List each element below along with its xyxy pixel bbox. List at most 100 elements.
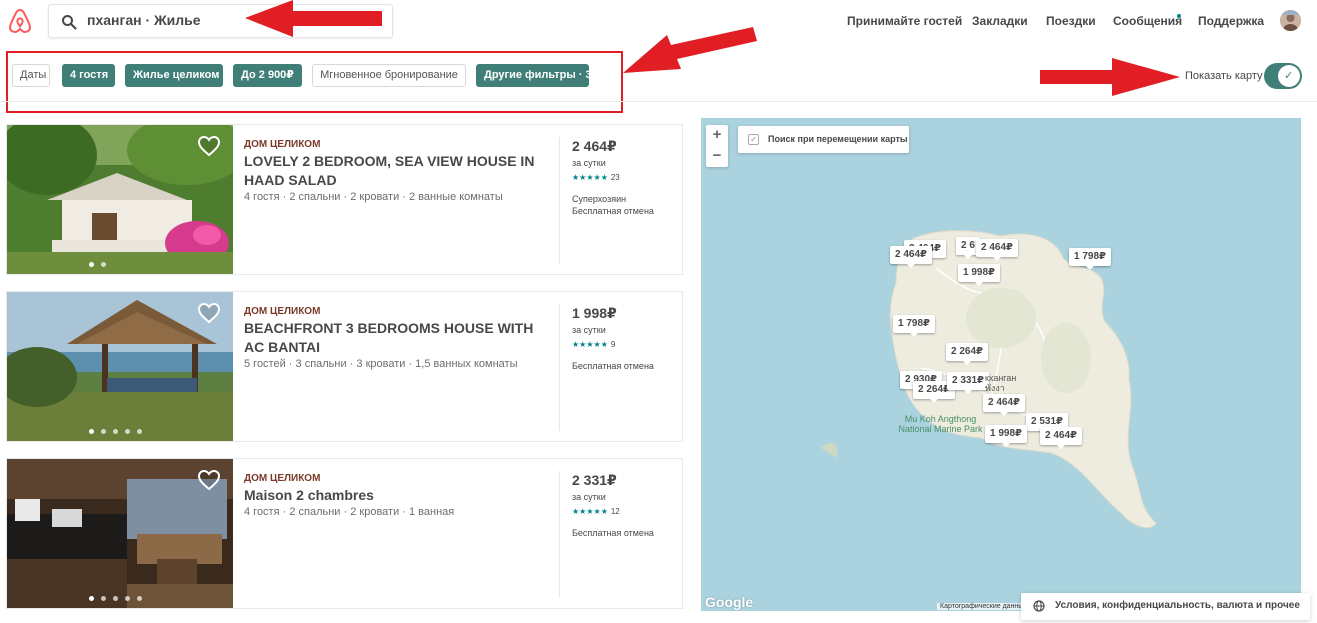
nav-help[interactable]: Поддержка [1198,14,1264,28]
pagination-dot[interactable] [113,596,118,601]
pagination-dot[interactable] [125,429,130,434]
filter-home-type-button[interactable]: Жилье целиком [125,64,223,87]
pagination-dot[interactable] [89,262,94,267]
nav-messages[interactable]: Сообщения [1113,14,1182,28]
rating-stars: ★★★★★ 9 [572,340,615,349]
pagination-dot[interactable] [89,596,94,601]
rating-stars: ★★★★★ 12 [572,507,620,516]
show-map-label: Показать карту [1185,70,1263,82]
heart-icon[interactable] [197,302,221,324]
listing-price: 2 464₽ [572,138,617,154]
filter-dates-button[interactable]: Даты [12,64,50,87]
user-avatar[interactable] [1280,10,1301,31]
avatar-photo [1280,10,1301,31]
listing-type: ДОМ ЦЕЛИКОМ [244,139,321,150]
nav-host-guests[interactable]: Принимайте гостей [847,14,962,28]
listing-details: 5 гостей · 3 спальни · 3 кровати · 1,5 в… [244,358,518,370]
filter-instant-book-button[interactable]: Мгновенное бронирование [312,64,466,87]
listing-details: 4 гостя · 2 спальни · 2 кровати · 2 ванн… [244,191,503,203]
star-icons: ★★★★★ [572,340,608,349]
price-period: за сутки [572,325,606,335]
listing-type: ДОМ ЦЕЛИКОМ [244,306,321,317]
price-marker[interactable]: 1 798₽ [1069,248,1111,270]
listing-photo[interactable] [7,459,233,608]
google-logo: Google [705,594,754,610]
map-zoom-control: + − [706,125,728,167]
search-query-text: пханган · Жилье [87,12,201,28]
photo-pagination [89,596,142,602]
price-marker[interactable]: 2 464₽ [983,394,1025,416]
footer-terms-button[interactable]: Условия, конфиденциальность, валюта и пр… [1021,593,1310,620]
price-marker[interactable]: 1 798₽ [893,315,935,337]
heart-icon[interactable] [197,469,221,491]
top-header: пханган · Жилье Принимайте гостей Заклад… [0,0,1317,44]
price-marker[interactable]: 1 998₽ [985,425,1027,447]
heart-icon[interactable] [197,135,221,157]
filter-price-button[interactable]: До 2 900₽ [233,64,302,87]
pagination-dot[interactable] [89,429,94,434]
price-marker[interactable]: 1 998₽ [958,264,1000,286]
listing-card[interactable]: ДОМ ЦЕЛИКОМ LOVELY 2 BEDROOM, SEA VIEW H… [6,124,683,275]
superhost-label: Суперхозяин [572,194,627,204]
checkbox-icon[interactable]: ✓ [748,134,759,145]
listing-title[interactable]: LOVELY 2 BEDROOM, SEA VIEW HOUSE IN HAAD… [244,152,554,190]
map-island-shape [821,230,1157,529]
search-on-move-label: Поиск при перемещении карты [768,134,908,144]
nav-trips[interactable]: Поездки [1046,14,1096,28]
listing-photo[interactable] [7,292,233,441]
listing-price: 2 331₽ [572,472,617,488]
globe-icon [1033,600,1045,612]
show-map-toggle[interactable]: ✓ [1264,63,1302,89]
free-cancel-label: Бесплатная отмена [572,528,654,538]
map-place-label: Mu Koh Angthong National Marine Park [898,414,983,434]
listing-photo[interactable] [7,125,233,274]
map-town-label: кханган [985,373,1017,383]
star-icons: ★★★★★ [572,507,608,516]
map[interactable]: + − ✓ Поиск при перемещении карты 2 464₽… [701,118,1301,611]
pagination-dot[interactable] [113,429,118,434]
zoom-out-button[interactable]: − [706,146,728,167]
divider [559,471,560,598]
price-marker[interactable]: 2 264₽ [946,343,988,365]
search-on-move-toggle[interactable]: ✓ Поиск при перемещении карты [738,126,909,153]
review-count: 9 [610,340,616,349]
annotation-arrow-map-toggle [1040,58,1180,96]
price-marker[interactable]: 2 464₽ [976,239,1018,261]
pagination-dot[interactable] [137,429,142,434]
free-cancel-label: Бесплатная отмена [572,206,654,216]
airbnb-logo-icon[interactable] [8,8,32,34]
listing-title[interactable]: BEACHFRONT 3 BEDROOMS HOUSE WITH AC BANT… [244,319,554,357]
messages-unread-dot [1177,14,1181,18]
map-town-label-thai: พังงา [985,383,1005,393]
divider [559,137,560,264]
photo-pagination [89,429,142,435]
listing-card[interactable]: ДОМ ЦЕЛИКОМ BEACHFRONT 3 BEDROOMS HOUSE … [6,291,683,442]
review-count: 23 [610,173,620,182]
pagination-dot[interactable] [125,596,130,601]
pagination-dot[interactable] [101,596,106,601]
listing-type: ДОМ ЦЕЛИКОМ [244,473,321,484]
pagination-dot[interactable] [101,429,106,434]
listing-price: 1 998₽ [572,305,617,321]
listing-card[interactable]: ДОМ ЦЕЛИКОМ Maison 2 chambres 4 гостя · … [6,458,683,609]
filter-more-button[interactable]: Другие фильтры · 3 [476,64,592,87]
price-marker[interactable]: 2 464₽ [1040,427,1082,449]
pagination-dot[interactable] [137,596,142,601]
map-attribution[interactable]: Картографические данные [937,603,1031,610]
price-marker[interactable]: 2 331₽ [947,372,989,394]
pagination-dot[interactable] [101,262,106,267]
photo-pagination [89,262,106,268]
star-icons: ★★★★★ [572,173,608,182]
listing-details: 4 гостя · 2 спальни · 2 кровати · 1 ванн… [244,506,455,518]
toggle-knob: ✓ [1278,65,1300,87]
listing-title[interactable]: Maison 2 chambres [244,486,554,505]
review-count: 12 [610,507,620,516]
price-marker[interactable]: 2 464₽ [890,246,932,268]
footer-terms-label: Условия, конфиденциальность, валюта и пр… [1055,600,1300,611]
free-cancel-label: Бесплатная отмена [572,361,654,371]
nav-saved[interactable]: Закладки [972,14,1028,28]
divider [559,304,560,431]
search-input[interactable]: пханган · Жилье [48,4,393,38]
filter-guests-button[interactable]: 4 гостя [62,64,115,87]
zoom-in-button[interactable]: + [706,125,728,146]
